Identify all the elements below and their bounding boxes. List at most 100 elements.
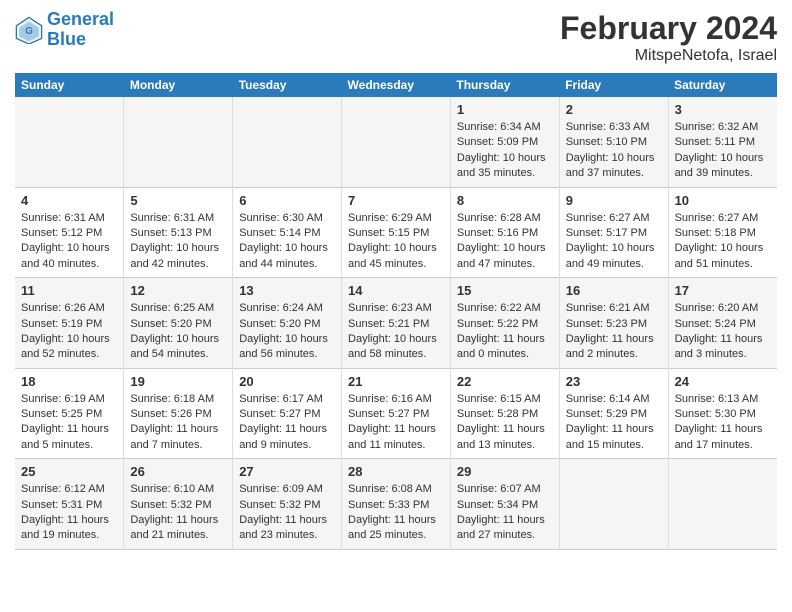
calendar-day-cell: 21 Sunrise: 6:16 AM Sunset: 5:27 PM Dayli… xyxy=(342,368,451,459)
day-number: 5 xyxy=(130,193,226,208)
weekday-header: Thursday xyxy=(450,73,559,97)
calendar-day-cell: 26 Sunrise: 6:10 AM Sunset: 5:32 PM Dayli… xyxy=(124,459,233,550)
weekday-header-row: SundayMondayTuesdayWednesdayThursdayFrid… xyxy=(15,73,777,97)
calendar-week-row: 25 Sunrise: 6:12 AM Sunset: 5:31 PM Dayli… xyxy=(15,459,777,550)
day-number: 14 xyxy=(348,283,444,298)
day-number: 6 xyxy=(239,193,335,208)
calendar-day-cell: 13 Sunrise: 6:24 AM Sunset: 5:20 PM Dayli… xyxy=(233,278,342,369)
day-info: Sunrise: 6:27 AM Sunset: 5:18 PM Dayligh… xyxy=(675,211,771,273)
calendar-day-cell: 16 Sunrise: 6:21 AM Sunset: 5:23 PM Dayli… xyxy=(559,278,668,369)
day-info: Sunrise: 6:20 AM Sunset: 5:24 PM Dayligh… xyxy=(675,301,771,363)
day-number: 17 xyxy=(675,283,771,298)
day-info: Sunrise: 6:28 AM Sunset: 5:16 PM Dayligh… xyxy=(457,211,553,273)
day-number: 15 xyxy=(457,283,553,298)
weekday-header: Friday xyxy=(559,73,668,97)
day-info: Sunrise: 6:08 AM Sunset: 5:33 PM Dayligh… xyxy=(348,482,444,544)
calendar-day-cell: 4 Sunrise: 6:31 AM Sunset: 5:12 PM Daylig… xyxy=(15,187,124,278)
title-block: February 2024 MitspeNetofa, Israel xyxy=(560,10,777,65)
calendar-day-cell: 7Sunrise: 6:29 AM Sunset: 5:15 PM Daylig… xyxy=(342,187,451,278)
calendar-week-row: 1 Sunrise: 6:34 AM Sunset: 5:09 PM Daylig… xyxy=(15,97,777,187)
day-info: Sunrise: 6:24 AM Sunset: 5:20 PM Dayligh… xyxy=(239,301,335,363)
calendar-title: February 2024 xyxy=(560,10,777,47)
day-number: 13 xyxy=(239,283,335,298)
calendar-day-cell: 24Sunrise: 6:13 AM Sunset: 5:30 PM Dayli… xyxy=(668,368,777,459)
day-number: 21 xyxy=(348,374,444,389)
calendar-table: SundayMondayTuesdayWednesdayThursdayFrid… xyxy=(15,73,777,550)
logo-text: General Blue xyxy=(47,10,114,50)
day-info: Sunrise: 6:26 AM Sunset: 5:19 PM Dayligh… xyxy=(21,301,117,363)
calendar-subtitle: MitspeNetofa, Israel xyxy=(560,47,777,65)
day-info: Sunrise: 6:31 AM Sunset: 5:13 PM Dayligh… xyxy=(130,211,226,273)
day-info: Sunrise: 6:12 AM Sunset: 5:31 PM Dayligh… xyxy=(21,482,117,544)
day-info: Sunrise: 6:25 AM Sunset: 5:20 PM Dayligh… xyxy=(130,301,226,363)
day-number: 26 xyxy=(130,464,226,479)
day-number: 4 xyxy=(21,193,117,208)
day-number: 10 xyxy=(675,193,771,208)
calendar-day-cell xyxy=(15,97,124,187)
logo: G General Blue xyxy=(15,10,114,50)
calendar-day-cell: 19Sunrise: 6:18 AM Sunset: 5:26 PM Dayli… xyxy=(124,368,233,459)
calendar-day-cell: 28 Sunrise: 6:08 AM Sunset: 5:33 PM Dayli… xyxy=(342,459,451,550)
calendar-day-cell: 17 Sunrise: 6:20 AM Sunset: 5:24 PM Dayli… xyxy=(668,278,777,369)
calendar-day-cell: 23 Sunrise: 6:14 AM Sunset: 5:29 PM Dayli… xyxy=(559,368,668,459)
weekday-header: Sunday xyxy=(15,73,124,97)
day-number: 25 xyxy=(21,464,117,479)
calendar-day-cell: 9 Sunrise: 6:27 AM Sunset: 5:17 PM Daylig… xyxy=(559,187,668,278)
weekday-header: Wednesday xyxy=(342,73,451,97)
calendar-day-cell: 1 Sunrise: 6:34 AM Sunset: 5:09 PM Daylig… xyxy=(450,97,559,187)
day-number: 18 xyxy=(21,374,117,389)
day-info: Sunrise: 6:34 AM Sunset: 5:09 PM Dayligh… xyxy=(457,120,553,182)
calendar-day-cell: 15Sunrise: 6:22 AM Sunset: 5:22 PM Dayli… xyxy=(450,278,559,369)
day-info: Sunrise: 6:27 AM Sunset: 5:17 PM Dayligh… xyxy=(566,211,662,273)
day-info: Sunrise: 6:18 AM Sunset: 5:26 PM Dayligh… xyxy=(130,392,226,454)
day-info: Sunrise: 6:21 AM Sunset: 5:23 PM Dayligh… xyxy=(566,301,662,363)
logo-icon: G xyxy=(15,16,43,44)
day-number: 27 xyxy=(239,464,335,479)
calendar-day-cell: 27 Sunrise: 6:09 AM Sunset: 5:32 PM Dayli… xyxy=(233,459,342,550)
svg-text:G: G xyxy=(25,26,33,37)
day-number: 22 xyxy=(457,374,553,389)
calendar-day-cell xyxy=(668,459,777,550)
calendar-day-cell: 10 Sunrise: 6:27 AM Sunset: 5:18 PM Dayli… xyxy=(668,187,777,278)
day-number: 23 xyxy=(566,374,662,389)
calendar-day-cell xyxy=(559,459,668,550)
day-info: Sunrise: 6:07 AM Sunset: 5:34 PM Dayligh… xyxy=(457,482,553,544)
calendar-day-cell: 5 Sunrise: 6:31 AM Sunset: 5:13 PM Daylig… xyxy=(124,187,233,278)
day-info: Sunrise: 6:30 AM Sunset: 5:14 PM Dayligh… xyxy=(239,211,335,273)
weekday-header: Tuesday xyxy=(233,73,342,97)
calendar-day-cell: 18Sunrise: 6:19 AM Sunset: 5:25 PM Dayli… xyxy=(15,368,124,459)
day-number: 24 xyxy=(675,374,771,389)
calendar-day-cell xyxy=(233,97,342,187)
calendar-day-cell: 6 Sunrise: 6:30 AM Sunset: 5:14 PM Daylig… xyxy=(233,187,342,278)
day-info: Sunrise: 6:10 AM Sunset: 5:32 PM Dayligh… xyxy=(130,482,226,544)
calendar-day-cell: 3Sunrise: 6:32 AM Sunset: 5:11 PM Daylig… xyxy=(668,97,777,187)
calendar-day-cell: 2 Sunrise: 6:33 AM Sunset: 5:10 PM Daylig… xyxy=(559,97,668,187)
calendar-day-cell: 29 Sunrise: 6:07 AM Sunset: 5:34 PM Dayli… xyxy=(450,459,559,550)
day-info: Sunrise: 6:33 AM Sunset: 5:10 PM Dayligh… xyxy=(566,120,662,182)
day-info: Sunrise: 6:09 AM Sunset: 5:32 PM Dayligh… xyxy=(239,482,335,544)
calendar-day-cell: 22Sunrise: 6:15 AM Sunset: 5:28 PM Dayli… xyxy=(450,368,559,459)
day-number: 1 xyxy=(457,102,553,117)
calendar-day-cell: 20Sunrise: 6:17 AM Sunset: 5:27 PM Dayli… xyxy=(233,368,342,459)
day-number: 3 xyxy=(675,102,771,117)
day-number: 12 xyxy=(130,283,226,298)
weekday-header: Monday xyxy=(124,73,233,97)
day-number: 20 xyxy=(239,374,335,389)
calendar-day-cell xyxy=(342,97,451,187)
day-info: Sunrise: 6:31 AM Sunset: 5:12 PM Dayligh… xyxy=(21,211,117,273)
day-number: 29 xyxy=(457,464,553,479)
calendar-day-cell: 14 Sunrise: 6:23 AM Sunset: 5:21 PM Dayli… xyxy=(342,278,451,369)
day-info: Sunrise: 6:16 AM Sunset: 5:27 PM Dayligh… xyxy=(348,392,444,454)
day-number: 16 xyxy=(566,283,662,298)
day-number: 11 xyxy=(21,283,117,298)
weekday-header: Saturday xyxy=(668,73,777,97)
calendar-week-row: 4 Sunrise: 6:31 AM Sunset: 5:12 PM Daylig… xyxy=(15,187,777,278)
day-number: 9 xyxy=(566,193,662,208)
day-number: 2 xyxy=(566,102,662,117)
day-info: Sunrise: 6:23 AM Sunset: 5:21 PM Dayligh… xyxy=(348,301,444,363)
day-info: Sunrise: 6:14 AM Sunset: 5:29 PM Dayligh… xyxy=(566,392,662,454)
day-number: 8 xyxy=(457,193,553,208)
calendar-day-cell: 25 Sunrise: 6:12 AM Sunset: 5:31 PM Dayli… xyxy=(15,459,124,550)
day-number: 28 xyxy=(348,464,444,479)
calendar-week-row: 18Sunrise: 6:19 AM Sunset: 5:25 PM Dayli… xyxy=(15,368,777,459)
